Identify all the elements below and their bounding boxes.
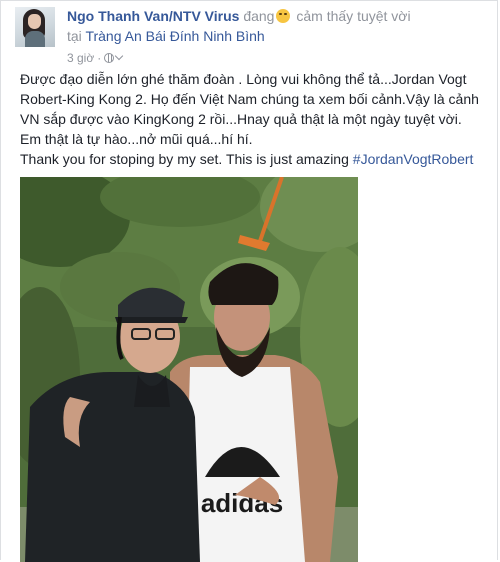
post-header: Ngo Thanh Van/NTV Virus đang cảm thấy tu… bbox=[15, 6, 491, 66]
post-time-link[interactable]: 3 giờ bbox=[67, 51, 94, 65]
body-line-3: VN sắp được vào KingKong 2 rồi...Hnay qu… bbox=[20, 111, 462, 127]
author-name-link[interactable]: Ngo Thanh Van/NTV Virus bbox=[67, 8, 239, 24]
timestamp-line: 3 giờ · bbox=[67, 50, 491, 66]
location-line: tại Tràng An Bái Đính Ninh Bình bbox=[67, 26, 491, 46]
hashtag-link[interactable]: #JordanVogtRobert bbox=[353, 151, 474, 167]
body-line-2: Robert-King Kong 2. Họ đến Việt Nam chún… bbox=[20, 91, 479, 107]
location-link[interactable]: Tràng An Bái Đính Ninh Bình bbox=[85, 28, 264, 44]
english-line: Thank you for stoping by my set. This is… bbox=[20, 149, 490, 169]
feeling-text: cảm thấy tuyệt vời bbox=[296, 8, 411, 24]
english-text: Thank you for stoping by my set. This is… bbox=[20, 151, 353, 167]
headline-line: Ngo Thanh Van/NTV Virus đang cảm thấy tu… bbox=[67, 6, 491, 26]
globe-icon[interactable] bbox=[104, 53, 115, 63]
location-prefix: tại bbox=[67, 28, 82, 44]
post-body: Được đạo diễn lớn ghé thăm đoàn . Lòng v… bbox=[20, 69, 490, 169]
smiling-face-icon bbox=[276, 9, 291, 23]
feeling-verb: đang bbox=[243, 8, 275, 24]
photo-illustration: adidas bbox=[20, 177, 358, 562]
post-meta: Ngo Thanh Van/NTV Virus đang cảm thấy tu… bbox=[67, 6, 491, 66]
body-line-1: Được đạo diễn lớn ghé thăm đoàn . Lòng v… bbox=[20, 71, 467, 87]
chevron-down-icon[interactable] bbox=[114, 51, 124, 61]
facebook-post: Ngo Thanh Van/NTV Virus đang cảm thấy tu… bbox=[0, 0, 498, 562]
post-photo[interactable]: adidas bbox=[20, 177, 358, 562]
body-line-4: Em thật là tự hào...nở mũi quá...hí hí. bbox=[20, 131, 253, 147]
separator-dot: · bbox=[97, 51, 102, 65]
author-avatar[interactable] bbox=[15, 7, 55, 47]
